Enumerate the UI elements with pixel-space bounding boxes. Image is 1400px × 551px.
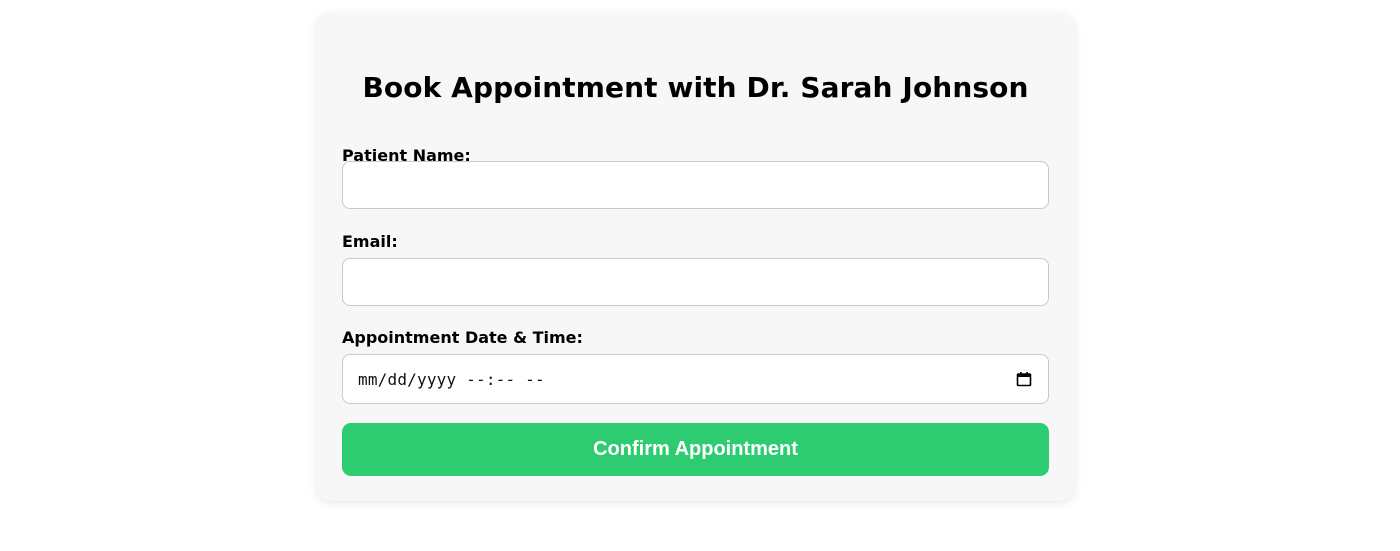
- email-input[interactable]: [342, 258, 1049, 306]
- calendar-icon[interactable]: [1016, 371, 1032, 387]
- appointment-card: Book Appointment with Dr. Sarah Johnson …: [317, 13, 1074, 501]
- patient-name-input[interactable]: [342, 161, 1049, 209]
- confirm-appointment-button[interactable]: Confirm Appointment: [342, 423, 1049, 476]
- form-title: Book Appointment with Dr. Sarah Johnson: [362, 71, 1029, 104]
- datetime-placeholder: mm/dd/yyyy --:-- --: [358, 369, 545, 389]
- datetime-input[interactable]: mm/dd/yyyy --:-- --: [342, 354, 1049, 404]
- email-label: Email:: [342, 232, 398, 251]
- datetime-label: Appointment Date & Time:: [342, 328, 583, 347]
